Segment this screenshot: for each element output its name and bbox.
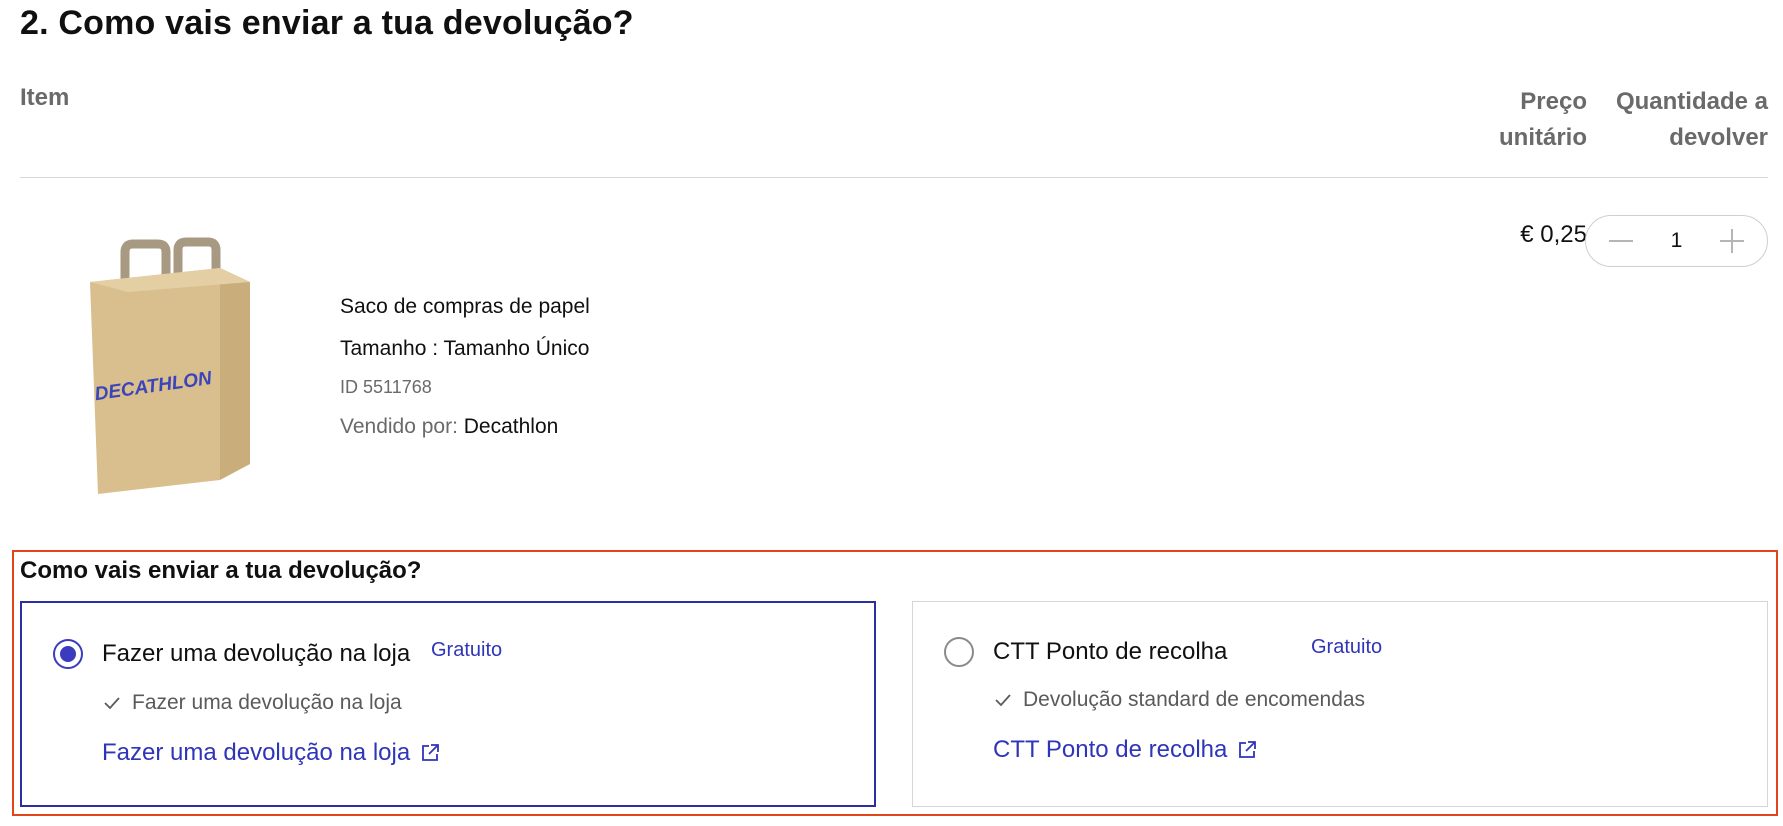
minus-icon — [1609, 240, 1633, 242]
product-name: Saco de compras de papel — [340, 295, 590, 318]
product-size: Tamanho : Tamanho Único — [340, 337, 590, 360]
seller-name: Decathlon — [463, 415, 559, 438]
shipping-option-ctt-feature: Devolução standard de encomendas — [993, 688, 1365, 712]
quantity-stepper: 1 — [1585, 215, 1768, 267]
unit-price: € 0,25 — [1520, 221, 1587, 248]
quantity-value[interactable]: 1 — [1671, 229, 1683, 253]
check-icon — [995, 694, 1011, 707]
column-header-quantity-line1: Quantidade a — [1615, 88, 1768, 115]
column-header-unit-price-line2: unitário — [1499, 124, 1587, 151]
product-image-paper-bag: DECATHLON — [90, 237, 250, 494]
check-icon — [104, 697, 120, 710]
shipping-option-store-link[interactable]: Fazer uma devolução na loja — [102, 739, 440, 767]
shipping-option-store-label: Fazer uma devolução na loja — [102, 640, 411, 667]
shipping-option-ctt-link[interactable]: CTT Ponto de recolha — [993, 736, 1257, 764]
external-link-icon — [422, 744, 440, 761]
shipping-option-ctt-feature-text: Devolução standard de encomendas — [1023, 688, 1366, 711]
shipping-method-title: Como vais enviar a tua devolução? — [20, 557, 422, 584]
column-header-quantity: Quantidade a devolver — [1600, 84, 1768, 156]
header-divider — [20, 177, 1768, 178]
decrease-quantity-button[interactable] — [1606, 226, 1636, 256]
shipping-option-store[interactable]: Fazer uma devolução na loja Gratuito Faz… — [20, 601, 876, 807]
product-id: ID 5511768 — [340, 377, 432, 397]
shipping-option-ctt-link-text: CTT Ponto de recolha — [993, 736, 1228, 763]
shipping-option-ctt-label: CTT Ponto de recolha — [993, 638, 1228, 665]
column-header-unit-price: Preço unitário — [1440, 84, 1587, 156]
seller-label: Vendido por: — [340, 415, 464, 438]
product-seller: Vendido por: Decathlon — [340, 415, 558, 439]
external-link-icon — [1239, 741, 1257, 758]
shipping-option-ctt-price: Gratuito — [1311, 636, 1383, 658]
increase-quantity-button[interactable] — [1717, 226, 1747, 256]
plus-icon — [1720, 229, 1744, 253]
column-header-quantity-line2: devolver — [1669, 124, 1768, 151]
page-title: 2. Como vais enviar a tua devolução? — [20, 4, 634, 42]
shipping-option-store-link-text: Fazer uma devolução na loja — [102, 739, 411, 766]
shipping-option-store-feature-text: Fazer uma devolução na loja — [132, 691, 402, 714]
shipping-option-store-price: Gratuito — [431, 639, 503, 661]
column-header-unit-price-line1: Preço — [1520, 88, 1587, 115]
shipping-option-ctt-radio[interactable] — [944, 637, 974, 667]
shipping-option-ctt[interactable]: CTT Ponto de recolha Gratuito Devolução … — [912, 601, 1768, 807]
shipping-option-store-feature: Fazer uma devolução na loja — [102, 691, 402, 715]
column-header-item: Item — [20, 84, 70, 111]
shipping-option-store-radio[interactable] — [53, 639, 83, 669]
